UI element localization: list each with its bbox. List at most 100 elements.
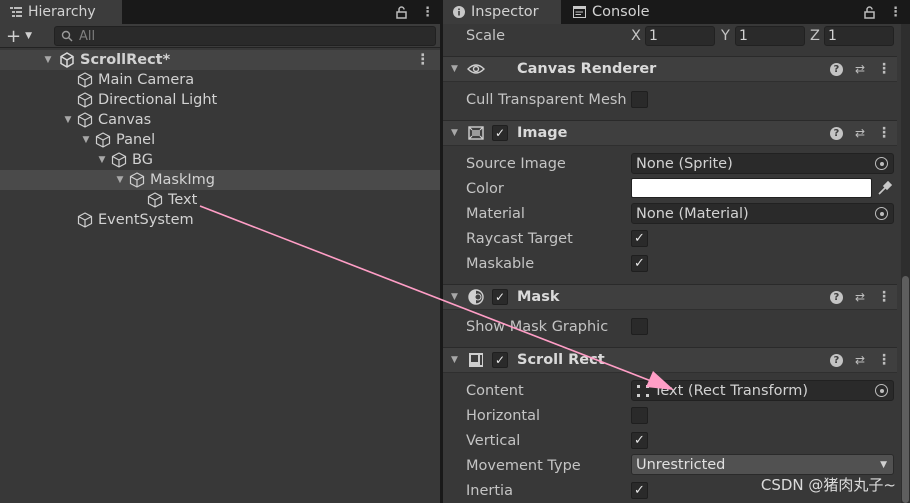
scale-x-field[interactable]: 1 <box>645 26 715 46</box>
gameobject-cube-icon <box>129 172 145 188</box>
material-field[interactable]: None (Material) <box>631 203 894 224</box>
material-value: None (Material) <box>636 205 749 222</box>
fold-arrow-icon[interactable]: ▼ <box>451 128 458 138</box>
tab-label: Console <box>592 4 650 20</box>
cull-checkbox[interactable] <box>631 91 648 108</box>
source-image-label: Source Image <box>466 156 566 172</box>
lock-icon[interactable] <box>396 5 407 19</box>
color-swatch[interactable] <box>631 178 872 198</box>
vertical-label: Vertical <box>466 433 521 449</box>
content-field[interactable]: Text (Rect Transform) <box>631 380 894 401</box>
component-enabled-checkbox[interactable]: ✓ <box>492 352 508 368</box>
image-header[interactable]: ▼ ✓ Image ? ⇄ ⋮ <box>443 120 897 146</box>
preset-icon[interactable]: ⇄ <box>855 62 865 76</box>
gameobject-cube-icon <box>111 152 127 168</box>
raycast-label: Raycast Target <box>466 231 573 247</box>
source-image-field[interactable]: None (Sprite) <box>631 153 894 174</box>
gameobject-cube-icon <box>77 112 93 128</box>
hierarchy-item[interactable]: Directional Light <box>0 90 440 110</box>
rect-transform-icon <box>637 384 649 397</box>
scene-row[interactable]: ▼ ScrollRect* ⋮ <box>0 50 440 70</box>
hierarchy-item[interactable]: ▼ Panel <box>0 130 440 150</box>
hierarchy-item[interactable]: ▼ Canvas <box>0 110 440 130</box>
tab-inspector[interactable]: Inspector <box>443 0 561 24</box>
fold-arrow-icon[interactable]: ▼ <box>451 292 458 302</box>
horizontal-checkbox[interactable] <box>631 407 648 424</box>
tab-console[interactable]: Console <box>565 0 675 24</box>
hierarchy-item[interactable]: Text <box>0 190 440 210</box>
help-icon[interactable]: ? <box>829 290 843 304</box>
tab-label: Inspector <box>471 4 539 20</box>
fold-arrow-icon[interactable]: ▼ <box>451 355 458 365</box>
gameobject-cube-icon <box>147 192 163 208</box>
component-enabled-checkbox[interactable]: ✓ <box>492 289 508 305</box>
component-menu-icon[interactable]: ⋮ <box>877 352 891 368</box>
fold-arrow-icon[interactable]: ▼ <box>42 55 54 65</box>
item-label: Text <box>168 192 198 208</box>
scale-z: Z 1 <box>810 24 894 48</box>
preset-icon[interactable]: ⇄ <box>855 126 865 140</box>
maskable-checkbox[interactable]: ✓ <box>631 255 648 272</box>
search-icon <box>61 30 73 42</box>
component-menu-icon[interactable]: ⋮ <box>877 125 891 141</box>
more-options-icon[interactable]: ⋮ <box>421 5 434 20</box>
lock-icon[interactable] <box>864 5 875 19</box>
scroll-rect-icon <box>469 353 483 367</box>
color-label: Color <box>466 181 504 197</box>
component-title: Canvas Renderer <box>517 61 657 77</box>
inspector-tab-bar: Inspector Console ⋮ <box>443 0 910 24</box>
scale-z-field[interactable]: 1 <box>824 26 894 46</box>
fold-arrow-icon[interactable]: ▼ <box>80 135 92 145</box>
hierarchy-item[interactable]: ▼ BG <box>0 150 440 170</box>
scale-y-field[interactable]: 1 <box>735 26 805 46</box>
preset-icon[interactable]: ⇄ <box>855 353 865 367</box>
canvas-renderer-header[interactable]: ▼ Canvas Renderer ? ⇄ ⋮ <box>443 56 897 82</box>
raycast-checkbox[interactable]: ✓ <box>631 230 648 247</box>
info-icon <box>453 6 465 18</box>
inertia-label: Inertia <box>466 483 513 499</box>
hierarchy-item[interactable]: EventSystem <box>0 210 440 230</box>
scale-label: Scale <box>466 28 506 44</box>
watermark-text: CSDN @猪肉丸子~ <box>760 476 896 494</box>
fold-arrow-icon[interactable]: ▼ <box>62 115 74 125</box>
axis-z-label: Z <box>810 28 820 44</box>
mask-header[interactable]: ▼ ✓ Mask ? ⇄ ⋮ <box>443 284 897 310</box>
show-mask-graphic-checkbox[interactable] <box>631 318 648 335</box>
show-mask-graphic-label: Show Mask Graphic <box>466 319 609 335</box>
help-icon[interactable]: ? <box>829 353 843 367</box>
hierarchy-item[interactable]: ▼ MaskImg <box>0 170 440 190</box>
help-icon[interactable]: ? <box>829 62 843 76</box>
scene-menu-icon[interactable]: ⋮ <box>416 52 431 68</box>
scroll-rect-header[interactable]: ▼ ✓ Scroll Rect ? ⇄ ⋮ <box>443 347 897 373</box>
inspector-scrollbar[interactable] <box>901 24 910 503</box>
scrollbar-thumb[interactable] <box>902 276 909 503</box>
image-icon <box>468 126 484 140</box>
search-input[interactable]: All <box>54 26 436 46</box>
fold-arrow-icon[interactable]: ▼ <box>114 175 126 185</box>
create-button[interactable]: + ▼ <box>6 26 44 47</box>
content-value: Text (Rect Transform) <box>654 382 808 399</box>
object-picker-icon[interactable] <box>875 207 888 220</box>
component-menu-icon[interactable]: ⋮ <box>877 61 891 77</box>
more-options-icon[interactable]: ⋮ <box>889 5 902 20</box>
preset-icon[interactable]: ⇄ <box>855 290 865 304</box>
object-picker-icon[interactable] <box>875 384 888 397</box>
item-label: MaskImg <box>150 172 215 188</box>
inertia-checkbox[interactable]: ✓ <box>631 482 648 499</box>
tab-label: Hierarchy <box>28 4 96 20</box>
axis-y-label: Y <box>721 28 730 44</box>
fold-arrow-icon[interactable]: ▼ <box>451 64 458 74</box>
component-enabled-checkbox[interactable]: ✓ <box>492 125 508 141</box>
vertical-checkbox[interactable]: ✓ <box>631 432 648 449</box>
gameobject-cube-icon <box>77 212 93 228</box>
movement-type-dropdown[interactable]: Unrestricted ▼ <box>631 454 894 475</box>
help-icon[interactable]: ? <box>829 126 843 140</box>
object-picker-icon[interactable] <box>875 157 888 170</box>
tab-hierarchy[interactable]: Hierarchy <box>0 0 122 24</box>
fold-arrow-icon[interactable]: ▼ <box>96 155 108 165</box>
cull-label: Cull Transparent Mesh <box>466 92 627 108</box>
component-menu-icon[interactable]: ⋮ <box>877 289 891 305</box>
eyedropper-icon[interactable] <box>876 179 894 197</box>
item-label: Panel <box>116 132 156 148</box>
hierarchy-item[interactable]: Main Camera <box>0 70 440 90</box>
